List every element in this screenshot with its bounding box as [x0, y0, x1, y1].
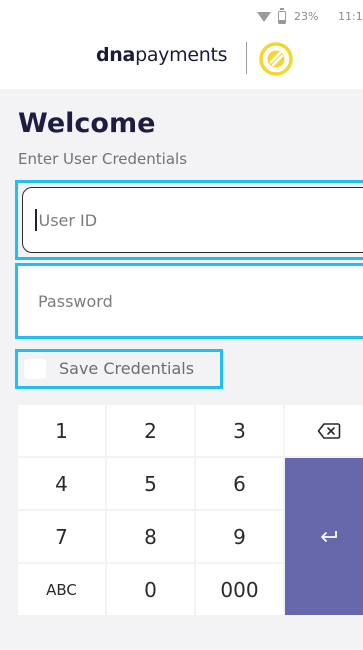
text-caret — [35, 209, 37, 231]
save-credentials-toggle[interactable]: Save Credentials — [15, 349, 223, 389]
battery-percent: 23% — [294, 10, 319, 23]
brand-light: payments — [135, 44, 228, 66]
brand-divider — [246, 42, 247, 74]
enter-icon — [320, 530, 337, 542]
key-abc[interactable]: ABC — [18, 564, 105, 615]
password-field[interactable]: Password — [18, 266, 363, 336]
key-000[interactable]: 000 — [196, 564, 283, 615]
page-title: Welcome — [18, 108, 156, 139]
key-6[interactable]: 6 — [196, 458, 283, 509]
key-3[interactable]: 3 — [196, 405, 283, 456]
key-2[interactable]: 2 — [107, 405, 194, 456]
key-5[interactable]: 5 — [107, 458, 194, 509]
backspace-key[interactable] — [285, 405, 363, 456]
page-subtitle: Enter User Credentials — [18, 150, 188, 168]
key-9[interactable]: 9 — [196, 511, 283, 562]
battery-icon — [278, 8, 286, 24]
password-placeholder: Password — [38, 291, 113, 311]
brand-wordmark: dnapayments — [96, 44, 228, 66]
save-credentials-checkbox[interactable] — [24, 359, 46, 379]
clock: 11:1 — [338, 10, 363, 23]
user-id-field[interactable]: User ID — [22, 187, 363, 253]
brand-logo-icon — [259, 42, 293, 76]
key-0[interactable]: 0 — [107, 564, 194, 615]
brand-header: dnapayments — [0, 36, 363, 86]
key-4[interactable]: 4 — [18, 458, 105, 509]
save-credentials-label: Save Credentials — [59, 359, 195, 378]
key-7[interactable]: 7 — [18, 511, 105, 562]
brand-bold: dna — [96, 44, 136, 66]
enter-key[interactable] — [285, 458, 363, 615]
key-1[interactable]: 1 — [18, 405, 105, 456]
status-bar: 23% 11:1 — [0, 0, 363, 36]
user-id-placeholder: User ID — [38, 210, 98, 230]
wifi-icon — [257, 12, 271, 22]
backspace-icon — [317, 422, 340, 439]
key-8[interactable]: 8 — [107, 511, 194, 562]
